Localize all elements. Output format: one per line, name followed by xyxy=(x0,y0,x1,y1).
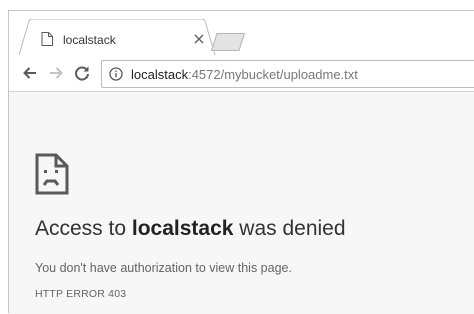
page-content: Access to localstack was denied You don'… xyxy=(9,92,474,314)
error-code: HTTP ERROR 403 xyxy=(35,288,127,300)
tab-strip: localstack xyxy=(9,11,474,55)
toolbar: localstack:4572/mybucket/uploadme.txt xyxy=(9,55,474,92)
error-title-suffix: was denied xyxy=(233,217,346,240)
browser-window: localstack localstack:4572/mybucket/uplo… xyxy=(8,10,474,314)
error-title-prefix: Access to xyxy=(35,217,132,240)
close-icon[interactable] xyxy=(193,33,205,45)
forward-arrow-icon[interactable] xyxy=(47,64,65,82)
sad-page-icon xyxy=(35,153,69,195)
back-arrow-icon[interactable] xyxy=(21,64,39,82)
page-icon xyxy=(41,32,53,46)
new-tab-button[interactable] xyxy=(211,33,245,51)
url-host: localstack xyxy=(131,67,189,82)
reload-icon[interactable] xyxy=(73,64,91,82)
error-title-host: localstack xyxy=(131,217,234,240)
tab-localstack[interactable]: localstack xyxy=(19,19,217,55)
address-bar[interactable]: localstack:4572/mybucket/uploadme.txt xyxy=(101,60,474,88)
url-text[interactable]: localstack:4572/mybucket/uploadme.txt xyxy=(131,67,358,82)
error-title: Access to localstack was denied xyxy=(35,217,346,241)
error-description: You don't have authorization to view thi… xyxy=(35,261,292,275)
url-path: :4572/mybucket/uploadme.txt xyxy=(188,67,358,82)
info-icon[interactable] xyxy=(109,67,123,81)
tab-title: localstack xyxy=(63,33,116,47)
